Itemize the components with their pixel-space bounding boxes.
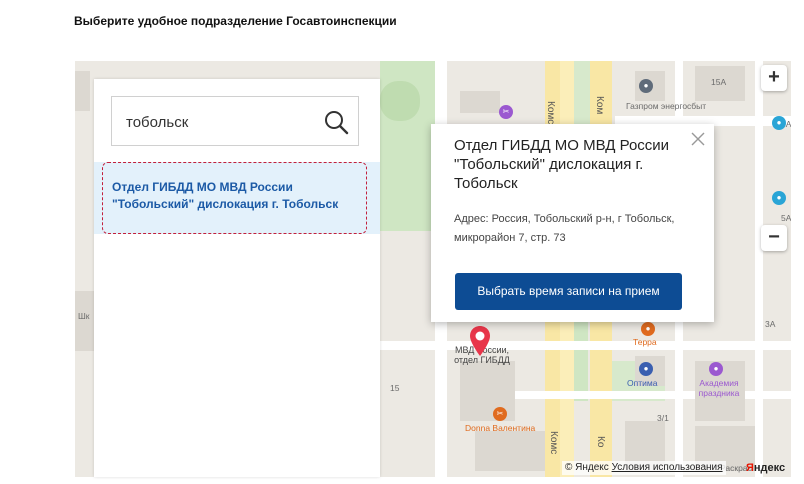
gift-icon[interactable]: ● xyxy=(709,362,723,376)
popup-address: Адрес: Россия, Тобольский р-н, г Тобольс… xyxy=(454,213,675,244)
zoom-out-button[interactable]: − xyxy=(761,225,787,251)
info-icon[interactable]: ● xyxy=(772,116,786,130)
map-pin-icon[interactable] xyxy=(469,325,491,357)
copyright: © Яндекс Условия использования xyxy=(562,461,726,475)
search-icon[interactable] xyxy=(322,108,350,136)
poi-label: Donna Валентина xyxy=(465,423,536,433)
poi-label: Терра xyxy=(633,337,657,347)
department-popup: Отдел ГИБДД МО МВД России "Тобольский" д… xyxy=(431,124,714,322)
street-label: Ком xyxy=(594,96,605,115)
house-number: 3/1 xyxy=(657,413,669,423)
pin-icon[interactable]: ● xyxy=(639,79,653,93)
result-item-label[interactable]: Отдел ГИБДД МО МВД России "Тобольский" д… xyxy=(112,179,362,213)
popup-title: Отдел ГИБДД МО МВД России "Тобольский" д… xyxy=(454,137,670,192)
search-panel: Отдел ГИБДД МО МВД России "Тобольский" д… xyxy=(94,79,380,477)
house-number: 15А xyxy=(711,77,727,87)
poi-label: Академия праздника xyxy=(698,378,740,398)
street-label: Шк xyxy=(78,311,90,321)
house-number: 3А xyxy=(765,319,776,329)
logo-rest: ндекс xyxy=(753,462,786,474)
cart-icon[interactable]: ● xyxy=(639,362,653,376)
info-icon[interactable]: ● xyxy=(772,191,786,205)
street-label: Комс xyxy=(545,101,556,125)
zoom-in-button[interactable]: + xyxy=(761,65,787,91)
select-time-button[interactable]: Выбрать время записи на прием xyxy=(455,273,682,310)
result-item[interactable]: Отдел ГИБДД МО МВД России "Тобольский" д… xyxy=(94,162,380,234)
poi-label: Оптима xyxy=(627,378,658,388)
bag-icon[interactable]: ● xyxy=(641,322,655,336)
yandex-logo[interactable]: Яндекс xyxy=(746,461,785,475)
street-label: Ко xyxy=(595,436,606,448)
street-label: Комс xyxy=(548,431,559,455)
scissors-icon[interactable]: ✂ xyxy=(493,407,507,421)
page-title: Выберите удобное подразделение Госавтоин… xyxy=(74,14,397,28)
poi-label: Газпром энергосбыт xyxy=(626,101,707,111)
copyright-text: © Яндекс xyxy=(565,462,609,473)
scissors-icon[interactable]: ✂ xyxy=(499,105,513,119)
search-input[interactable] xyxy=(126,111,306,133)
terms-link[interactable]: Условия использования xyxy=(612,462,723,473)
logo-first-letter: Я xyxy=(746,462,754,474)
close-icon[interactable] xyxy=(690,131,706,147)
search-box xyxy=(111,96,359,146)
house-number: 5А xyxy=(781,213,791,223)
house-number: 15 xyxy=(390,383,400,393)
